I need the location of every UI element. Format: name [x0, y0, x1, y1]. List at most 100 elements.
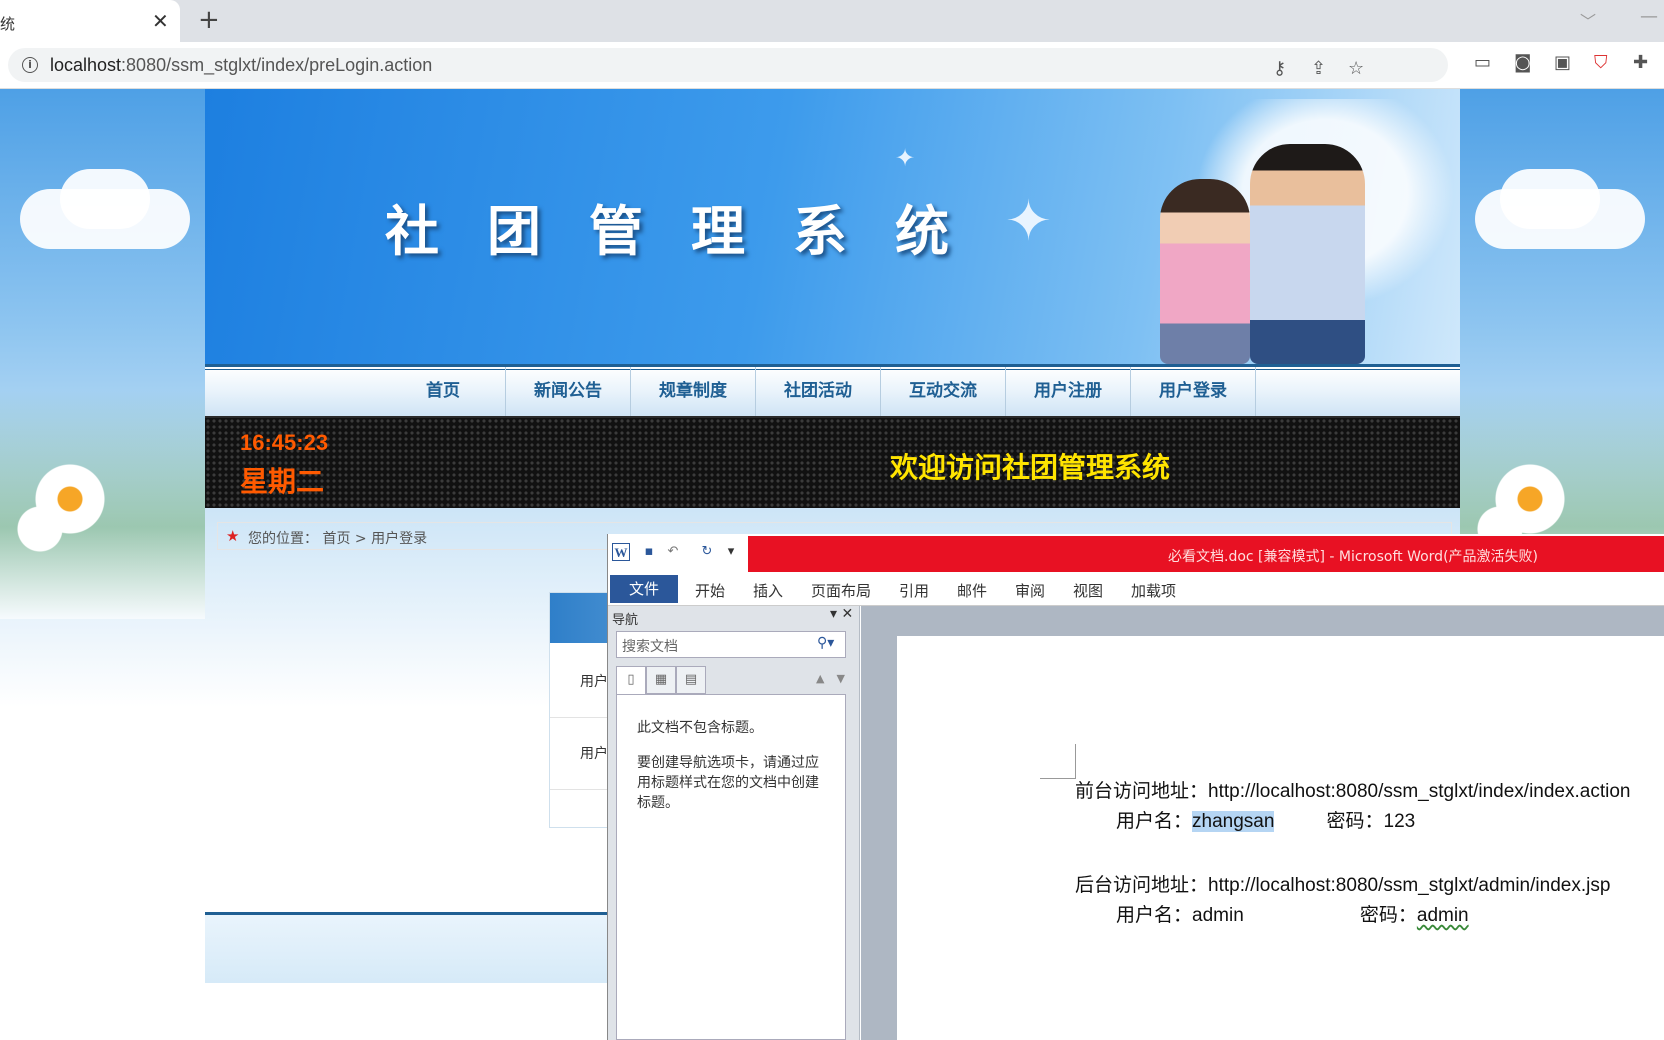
- document-area: 前台访问地址：http://localhost:8080/ssm_stglxt/…: [861, 606, 1664, 1040]
- dropdown-icon[interactable]: ▾: [830, 606, 837, 622]
- star-icon[interactable]: ☆: [1348, 58, 1364, 79]
- front-address-line: 前台访问地址：http://localhost:8080/ssm_stglxt/…: [1075, 776, 1630, 803]
- nav-register[interactable]: 用户注册: [1006, 367, 1131, 416]
- flowers-decoration-left: [0, 389, 205, 619]
- word-document-title: 必看文档.doc [兼容模式] - Microsoft Word(产品激活失败): [1168, 549, 1538, 565]
- led-marquee: 16:45:23 星期二 欢迎访问社团管理系统: [205, 416, 1460, 508]
- word-title-bar: W ▪ ↶ ↻ ▾ 必看文档.doc [兼容模式] - Microsoft Wo…: [608, 534, 1664, 572]
- navigation-pane-controls: ▾ ✕: [830, 606, 853, 622]
- translate-icon[interactable]: ▭: [1474, 52, 1491, 73]
- back-address-line: 后台访问地址：http://localhost:8080/ssm_stglxt/…: [1075, 870, 1610, 897]
- back-address-label: 后台访问地址：: [1075, 874, 1209, 896]
- star-decoration: ✦: [1005, 189, 1052, 254]
- tab-references[interactable]: 引用: [899, 580, 929, 601]
- tab-page-layout[interactable]: 页面布局: [811, 580, 871, 601]
- breadcrumb-separator: >: [354, 531, 367, 547]
- navigation-pane: 导航 ▾ ✕ 搜索文档 ⚲▾ ▯ ▦ ▤ ▲▼ 此文档不包含标题。 要创建导航选…: [608, 606, 860, 1040]
- student-boy-image: [1250, 144, 1365, 364]
- document-page[interactable]: 前台访问地址：http://localhost:8080/ssm_stglxt/…: [897, 636, 1664, 1040]
- front-credentials-line: 用户名：zhangsan 密码：123: [1116, 806, 1415, 833]
- password-value: admin: [1416, 905, 1469, 926]
- front-address-label: 前台访问地址：: [1075, 780, 1209, 802]
- username-value-selected: zhangsan: [1192, 811, 1275, 832]
- chevron-down-icon[interactable]: ﹀: [1580, 8, 1596, 32]
- username-label: 用户: [580, 674, 608, 690]
- navigation-pane-title: 导航: [612, 613, 639, 628]
- main-nav: 首页 新闻公告 规章制度 社团活动 互动交流 用户注册 用户登录: [205, 364, 1460, 416]
- site-banner: ✦ ✦ 社团管理系统: [205, 89, 1460, 364]
- navigation-pane-body: 此文档不包含标题。 要创建导航选项卡，请通过应用标题样式在您的文档中创建标题。: [616, 694, 846, 1040]
- breadcrumb-home-link[interactable]: 首页: [322, 531, 350, 547]
- word-title-strip: 必看文档.doc [兼容模式] - Microsoft Word(产品激活失败): [748, 536, 1664, 572]
- pages-view-icon[interactable]: ▦: [646, 666, 676, 694]
- nav-login[interactable]: 用户登录: [1131, 367, 1256, 416]
- close-icon[interactable]: ✕: [841, 606, 853, 622]
- url-text[interactable]: localhost:8080/ssm_stglxt/index/preLogin…: [50, 55, 432, 76]
- tab-view[interactable]: 视图: [1073, 580, 1103, 601]
- nav-news[interactable]: 新闻公告: [506, 367, 631, 416]
- cloud-decoration: [60, 169, 150, 229]
- url-field[interactable]: i localhost:8080/ssm_stglxt/index/preLog…: [8, 48, 1448, 82]
- browser-tab[interactable]: 统 ✕: [0, 0, 180, 42]
- save-icon[interactable]: ▪: [640, 543, 658, 561]
- nav-activities[interactable]: 社团活动: [756, 367, 881, 416]
- new-tab-button[interactable]: +: [198, 5, 220, 35]
- back-address-url: http://localhost:8080/ssm_stglxt/admin/i…: [1208, 875, 1611, 896]
- undo-icon[interactable]: ↶: [664, 543, 682, 561]
- close-icon[interactable]: ✕: [152, 9, 169, 33]
- password-label: 用户: [580, 746, 608, 762]
- tab-mailings[interactable]: 邮件: [957, 580, 987, 601]
- search-icon[interactable]: ⚲▾: [817, 635, 834, 651]
- front-address-url: http://localhost:8080/ssm_stglxt/index/i…: [1208, 781, 1631, 802]
- tab-review[interactable]: 审阅: [1015, 580, 1045, 601]
- headings-view-icon[interactable]: ▯: [616, 666, 646, 694]
- word-logo-icon[interactable]: W: [612, 543, 630, 561]
- share-icon[interactable]: ⇪: [1311, 58, 1326, 79]
- banner-title: 社团管理系统: [385, 199, 997, 263]
- cloud-decoration: [1500, 169, 1600, 229]
- tab-addins[interactable]: 加载项: [1131, 580, 1176, 601]
- navigation-arrows: ▲▼: [816, 672, 857, 685]
- extensions-icon[interactable]: ✚: [1633, 52, 1648, 73]
- redo-icon[interactable]: ↻: [698, 543, 716, 561]
- breadcrumb-text: 您的位置： 首页 > 用户登录: [248, 528, 427, 548]
- next-arrow-icon[interactable]: ▼: [836, 672, 856, 685]
- camera-icon[interactable]: ◙: [1514, 52, 1531, 73]
- tab-home[interactable]: 开始: [695, 580, 725, 601]
- star-decoration: ✦: [895, 144, 916, 172]
- username-label: 用户名：: [1116, 810, 1193, 832]
- no-headings-message: 此文档不包含标题。: [637, 720, 763, 736]
- browser-tab-bar: 统 ✕ + ﹀ —: [0, 0, 1664, 42]
- tab-file[interactable]: 文件: [610, 575, 678, 603]
- welcome-marquee: 欢迎访问社团管理系统: [890, 451, 1171, 484]
- info-icon[interactable]: i: [22, 57, 38, 73]
- word-window: W ▪ ↶ ↻ ▾ 必看文档.doc [兼容模式] - Microsoft Wo…: [607, 534, 1664, 1040]
- clock-time: 16:45:23: [240, 430, 329, 455]
- tab-title: 统: [0, 15, 16, 33]
- key-icon[interactable]: ⚷: [1273, 58, 1286, 79]
- results-view-icon[interactable]: ▤: [676, 666, 706, 694]
- url-path: :8080/ssm_stglxt/index/preLogin.action: [121, 55, 433, 75]
- star-icon: ★: [226, 527, 240, 545]
- headings-hint-message: 要创建导航选项卡，请通过应用标题样式在您的文档中创建标题。: [637, 755, 819, 811]
- search-document-input[interactable]: 搜索文档 ⚲▾: [616, 631, 846, 658]
- nav-home[interactable]: 首页: [381, 367, 506, 416]
- image-icon[interactable]: ▣: [1554, 52, 1571, 73]
- crop-mark: [1040, 778, 1076, 779]
- customize-toolbar-icon[interactable]: ▾: [722, 543, 740, 561]
- clock-weekday: 星期二: [240, 465, 325, 498]
- minimize-icon[interactable]: —: [1640, 6, 1658, 27]
- nav-interaction[interactable]: 互动交流: [881, 367, 1006, 416]
- username-label: 用户名：: [1116, 904, 1193, 926]
- back-credentials-line: 用户名：admin 密码：admin: [1116, 900, 1469, 927]
- tab-insert[interactable]: 插入: [753, 580, 783, 601]
- nav-rules[interactable]: 规章制度: [631, 367, 756, 416]
- shield-icon[interactable]: ⛉: [1594, 52, 1608, 73]
- previous-arrow-icon[interactable]: ▲: [816, 672, 836, 685]
- username-value: admin: [1192, 905, 1244, 926]
- crop-mark: [1075, 744, 1076, 778]
- breadcrumb-current: 用户登录: [371, 531, 428, 547]
- search-placeholder: 搜索文档: [622, 639, 678, 655]
- password-label: 密码：: [1326, 810, 1384, 832]
- address-bar: i localhost:8080/ssm_stglxt/index/preLog…: [0, 42, 1664, 89]
